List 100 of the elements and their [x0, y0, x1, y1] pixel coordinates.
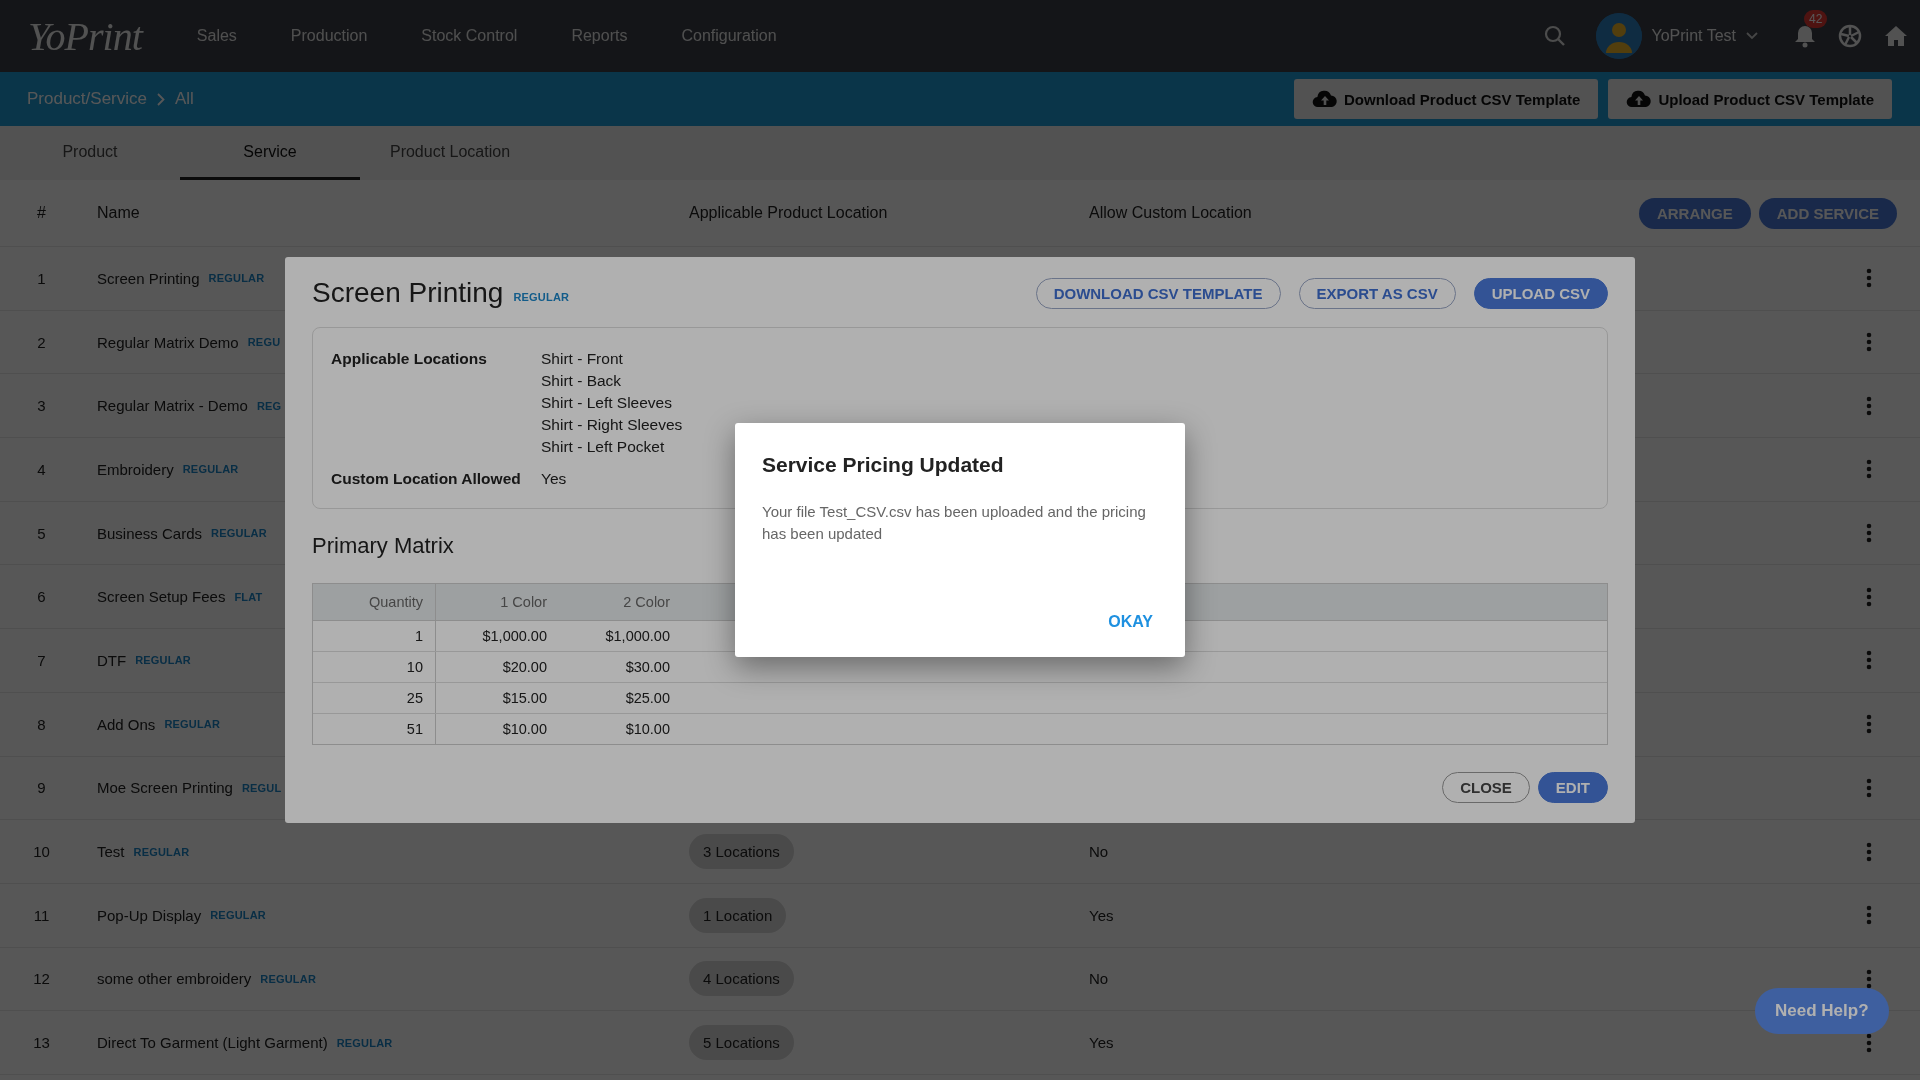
- pricing-type-tag: REGULAR: [211, 527, 267, 540]
- row-number: 13: [33, 1034, 50, 1052]
- pricing-type-tag: REGULAR: [513, 291, 570, 303]
- row-number: 9: [37, 779, 46, 797]
- csv-action-button[interactable]: EXPORT AS CSV: [1298, 277, 1456, 309]
- custom-location-value: Yes: [1089, 1034, 1114, 1052]
- tab[interactable]: Product: [0, 126, 180, 180]
- pricing-type-tag: REGULAR: [210, 909, 266, 922]
- detail-value: Shirt - Back: [541, 372, 622, 390]
- pricing-type-tag: REGULAR: [208, 272, 265, 285]
- pricing-type-tag: REGULAR: [133, 845, 190, 858]
- row-number: 12: [33, 970, 50, 988]
- matrix-header: 1 Color: [500, 594, 547, 610]
- breadcrumb-link[interactable]: Product/Service: [27, 89, 147, 109]
- more-options-icon[interactable]: [1866, 586, 1872, 607]
- csv-template-button[interactable]: Download Product CSV Template: [1294, 79, 1599, 119]
- column-header: #: [37, 204, 46, 221]
- dialog-message: Your file Test_CSV.csv has been uploaded and the pricing has been updated: [762, 502, 1147, 544]
- bell-icon[interactable]: [1794, 24, 1816, 48]
- csv-action-button[interactable]: DOWNLOAD CSV TEMPLATE: [1035, 277, 1281, 309]
- more-options-icon[interactable]: [1866, 268, 1872, 289]
- matrix-cell: $25.00: [625, 690, 670, 706]
- row-number: 3: [37, 397, 46, 415]
- more-options-icon[interactable]: [1866, 523, 1872, 544]
- matrix-header: Quantity: [369, 594, 423, 610]
- cloud-upload-icon: [1312, 90, 1338, 108]
- detail-value: Shirt - Right Sleeves: [541, 416, 683, 434]
- breadcrumb-current: All: [175, 89, 194, 109]
- search-icon[interactable]: [1543, 25, 1566, 47]
- avatar-icon[interactable]: [1595, 13, 1642, 59]
- more-options-icon[interactable]: [1866, 332, 1872, 353]
- cloud-upload-icon: [1626, 90, 1653, 108]
- service-name[interactable]: Pop-Up Display: [97, 906, 202, 924]
- more-options-icon[interactable]: [1866, 905, 1872, 926]
- close-button[interactable]: CLOSE: [1442, 772, 1530, 803]
- matrix-cell: $10.00: [625, 721, 670, 737]
- matrix-header: 2 Color: [623, 594, 670, 610]
- service-name[interactable]: Business Cards: [97, 524, 203, 542]
- column-header: Applicable Product Location: [689, 204, 888, 221]
- row-number: 11: [33, 906, 50, 924]
- csv-action-button[interactable]: UPLOAD CSV: [1473, 277, 1608, 309]
- more-options-icon[interactable]: [1866, 841, 1872, 862]
- service-name[interactable]: Add Ons: [97, 715, 156, 733]
- pricing-type-tag: REGUL: [241, 781, 282, 794]
- matrix-cell: 10: [406, 659, 423, 675]
- row-number: 7: [37, 651, 46, 669]
- pricing-type-tag: REGULAR: [164, 718, 221, 731]
- row-number: 5: [37, 524, 46, 542]
- matrix-cell: 51: [406, 721, 423, 737]
- column-header: Allow Custom Location: [1089, 204, 1252, 221]
- need-help-button[interactable]: Need Help?: [1755, 988, 1889, 1034]
- modal-title: Screen Printing: [312, 277, 504, 309]
- service-name[interactable]: Test: [97, 843, 125, 861]
- chevron-down-icon[interactable]: [1746, 32, 1758, 40]
- row-number: 6: [37, 588, 46, 606]
- pricing-type-tag: REGULAR: [135, 654, 191, 667]
- csv-template-button[interactable]: Upload Product CSV Template: [1608, 79, 1892, 119]
- matrix-title: Primary Matrix: [312, 533, 454, 559]
- matrix-cell: 25: [406, 690, 423, 706]
- more-options-icon[interactable]: [1866, 650, 1872, 671]
- pricing-type-tag: FLAT: [234, 590, 263, 603]
- tab[interactable]: Service: [180, 126, 360, 180]
- custom-location-value: No: [1089, 970, 1109, 988]
- matrix-cell: 1: [414, 628, 423, 644]
- home-icon[interactable]: [1884, 25, 1908, 47]
- service-name[interactable]: DTF: [97, 651, 127, 669]
- service-name[interactable]: Regular Matrix Demo: [97, 333, 239, 351]
- detail-value: Shirt - Left Sleeves: [541, 394, 672, 412]
- pricing-type-tag: REGULAR: [336, 1036, 393, 1049]
- detail-value: Yes: [541, 470, 567, 488]
- more-options-icon[interactable]: [1866, 777, 1872, 798]
- tab[interactable]: Product Location: [360, 126, 540, 180]
- service-name[interactable]: Regular Matrix - Demo: [97, 397, 248, 415]
- okay-button[interactable]: OKAY: [1103, 607, 1158, 637]
- service-name[interactable]: Screen Printing: [97, 269, 200, 287]
- service-name[interactable]: some other embroidery: [97, 970, 252, 988]
- service-name[interactable]: Direct To Garment (Light Garment): [97, 1034, 328, 1052]
- more-options-icon[interactable]: [1866, 714, 1872, 735]
- pricing-type-tag: REG: [256, 399, 282, 412]
- row-number: 10: [33, 843, 50, 861]
- row-number: 2: [37, 333, 46, 351]
- service-name[interactable]: Embroidery: [97, 460, 174, 478]
- matrix-cell: $20.00: [502, 659, 547, 675]
- custom-location-value: No: [1089, 843, 1109, 861]
- location-count-chip: 5 Locations: [689, 1025, 794, 1061]
- pricing-type-tag: REGULAR: [260, 972, 317, 985]
- edit-button[interactable]: EDIT: [1537, 772, 1608, 803]
- more-options-icon[interactable]: [1866, 395, 1872, 416]
- location-count-chip: 3 Locations: [689, 834, 794, 870]
- service-name[interactable]: Screen Setup Fees: [97, 588, 226, 606]
- detail-label: Applicable Locations: [331, 350, 487, 369]
- more-options-icon[interactable]: [1866, 1032, 1872, 1053]
- dialog-title: Service Pricing Updated: [762, 453, 1005, 477]
- service-name[interactable]: Moe Screen Printing: [97, 779, 233, 797]
- more-options-icon[interactable]: [1866, 459, 1872, 480]
- location-count-chip: 1 Location: [689, 897, 787, 933]
- pricing-type-tag: REGU: [247, 336, 281, 349]
- more-options-icon[interactable]: [1866, 968, 1872, 989]
- detail-value: Shirt - Left Pocket: [541, 438, 665, 456]
- aperture-icon[interactable]: [1838, 24, 1862, 48]
